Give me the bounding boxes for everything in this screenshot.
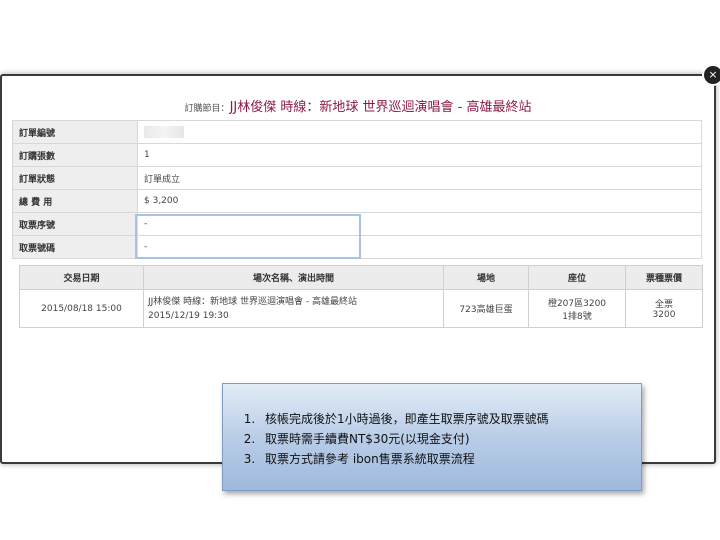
detail-header-row: 交易日期 場次名稱、演出時間 場地 座位 票種票價 (19, 265, 703, 290)
info-label: 訂單編號 (12, 120, 138, 144)
event-cell: JJ林俊傑 時線：新地球 世界巡迴演唱會 - 高雄最終站 2015/12/19 … (143, 289, 444, 328)
seat-cell: 橙207區3200 1排8號 (528, 289, 626, 328)
info-value: $ 3,200 (137, 189, 702, 213)
order-title-prefix: 訂購節目： (184, 104, 230, 114)
info-row-status: 訂單狀態 訂單成立 (12, 166, 702, 190)
header-date: 交易日期 (19, 265, 144, 290)
event-time: 2015/12/19 19:30 (148, 310, 229, 321)
info-label: 訂單狀態 (12, 166, 138, 190)
info-row-order-number: 訂單編號 (12, 120, 702, 144)
header-ticket-price: 票種票價 (625, 265, 703, 290)
ticket-price: 3200 (652, 310, 676, 320)
seat-row-number: 1排8號 (562, 311, 592, 322)
info-value: 訂單成立 (137, 166, 702, 190)
info-label: 取票序號 (12, 212, 138, 236)
header-seat: 座位 (528, 265, 626, 290)
ticket-type: 全票 (654, 300, 673, 310)
order-number-value (137, 120, 702, 144)
close-icon[interactable]: × (704, 66, 720, 84)
order-title-text: JJ林俊傑 時線：新地球 世界巡迴演唱會 - 高雄最終站 (229, 100, 532, 115)
note-item: 核帳完成後於1小時過後，即產生取票序號及取票號碼 (259, 409, 549, 429)
ticket-cell: 全票 3200 (625, 289, 703, 328)
ticket-detail-table: 交易日期 場次名稱、演出時間 場地 座位 票種票價 2015/08/18 15:… (19, 265, 703, 328)
info-label: 總 費 用 (12, 189, 138, 213)
event-name: JJ林俊傑 時線：新地球 世界巡迴演唱會 - 高雄最終站 (148, 296, 358, 307)
notes-list: 核帳完成後於1小時過後，即產生取票序號及取票號碼 取票時需手續費NT$30元(以… (233, 409, 549, 469)
pickup-notes-callout: 核帳完成後於1小時過後，即產生取票序號及取票號碼 取票時需手續費NT$30元(以… (222, 383, 642, 491)
venue: 723高雄巨蛋 (443, 289, 529, 328)
header-event: 場次名稱、演出時間 (143, 265, 444, 290)
note-item: 取票方式請參考 ibon售票系統取票流程 (259, 449, 549, 469)
seat-area: 橙207區3200 (547, 298, 607, 309)
pickup-highlight-box (135, 214, 361, 259)
note-item: 取票時需手續費NT$30元(以現金支付) (259, 429, 549, 449)
info-row-total: 總 費 用 $ 3,200 (12, 189, 702, 213)
header-venue: 場地 (443, 265, 529, 290)
info-value: 1 (137, 143, 702, 167)
trade-date: 2015/08/18 15:00 (19, 289, 144, 328)
detail-row: 2015/08/18 15:00 JJ林俊傑 時線：新地球 世界巡迴演唱會 - … (19, 289, 703, 328)
redacted-order-number (144, 126, 184, 138)
info-label: 取票號碼 (12, 235, 138, 259)
info-row-quantity: 訂購張數 1 (12, 143, 702, 167)
info-label: 訂購張數 (12, 143, 138, 167)
order-title: 訂購節目：JJ林俊傑 時線：新地球 世界巡迴演唱會 - 高雄最終站 (2, 96, 714, 115)
